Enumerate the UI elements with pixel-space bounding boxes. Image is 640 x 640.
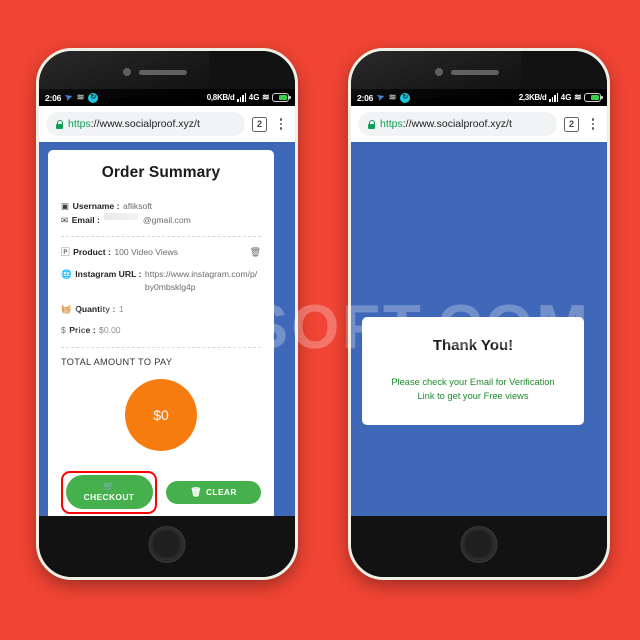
- url-scheme-right: https: [380, 118, 403, 130]
- url-text-right: https://www.socialproof.xyz/t: [380, 118, 512, 130]
- signal-bars-icon: [236, 93, 247, 102]
- earpiece-speaker-right: [451, 70, 499, 75]
- wifi-alt-icon: ≋: [76, 92, 85, 102]
- product-icon: 🄿: [61, 247, 70, 257]
- sync-icon: ↻: [88, 92, 99, 103]
- field-quantity-value: 1: [118, 303, 124, 314]
- status-time: 2:06: [45, 92, 62, 103]
- phone-right: 2:06 ➤ ≋ ↻ 2,3KB/d 4G ≋ https://www.soci…: [348, 48, 610, 580]
- field-email-label: Email :: [71, 214, 100, 225]
- field-username-label: Username :: [72, 201, 120, 211]
- signal-bars-icon-right: [548, 93, 559, 102]
- action-button-row: 🛒 CHECKOUT 🗑 CLEAR: [61, 470, 261, 514]
- url-rest-right: ://www.socialproof.xyz/t: [402, 118, 512, 130]
- field-product: 🄿 Product : 100 Video Views: [61, 246, 250, 260]
- tab-counter-button-right[interactable]: 2: [564, 116, 579, 132]
- status-bar-right-group-right: 2,3KB/d 4G ≋: [518, 92, 603, 103]
- home-button-right[interactable]: [460, 526, 498, 563]
- field-price-value: $0.00: [99, 325, 121, 335]
- lock-icon-right: [367, 119, 376, 129]
- field-product-row: 🄿 Product : 100 Video Views 🗑: [61, 246, 261, 260]
- shopping-cart-icon: 🛒: [103, 481, 115, 491]
- tab-counter-button[interactable]: 2: [252, 116, 267, 132]
- field-email-value: @gmail.com: [142, 214, 191, 225]
- url-scheme: https: [68, 118, 91, 130]
- page-title: Order Summary: [101, 164, 221, 181]
- network-type-label: 4G: [248, 93, 260, 102]
- wifi-alt-icon-right: ≋: [388, 92, 397, 102]
- status-bar-right: 2:06 ➤ ≋ ↻ 2,3KB/d 4G ≋: [351, 89, 607, 106]
- front-camera-icon-right: [435, 68, 443, 76]
- checkout-highlight-box: 🛒 CHECKOUT: [61, 470, 157, 514]
- wifi-icon-right: ≋: [573, 92, 582, 102]
- thank-you-message-line1: Please check your Email for Verification: [391, 377, 555, 387]
- browser-toolbar-right: https://www.socialproof.xyz/t 2: [351, 106, 607, 142]
- status-bar-right-group: 0,8KB/d 4G ≋: [206, 92, 291, 103]
- basket-icon: 🧺: [61, 303, 72, 314]
- address-bar-right[interactable]: https://www.socialproof.xyz/t: [358, 112, 557, 136]
- field-quantity: 🧺 Quantity : 1: [61, 303, 261, 317]
- phone-top-bezel: [39, 51, 295, 89]
- trash-icon[interactable]: 🗑: [250, 246, 261, 260]
- network-type-label-right: 4G: [560, 93, 572, 102]
- url-text: https://www.socialproof.xyz/t: [68, 118, 200, 130]
- field-product-value: 100 Video Views: [114, 247, 179, 257]
- phone-bottom-bezel: [39, 516, 295, 577]
- status-bar-left-group: 2:06 ➤ ≋ ↻: [45, 91, 99, 103]
- thank-you-title: Thank You!: [432, 337, 514, 354]
- field-instagram-url: 🌐 Instagram URL : https://www.instagram.…: [61, 268, 261, 295]
- total-amount-label: TOTAL AMOUNT TO PAY: [61, 356, 173, 367]
- telegram-plane-icon: ➤: [63, 91, 74, 103]
- field-instagram-url-label: Instagram URL :: [75, 268, 142, 279]
- page-viewport-left: Order Summary ▣ Username : afliksoft ✉ E…: [39, 142, 295, 532]
- checkout-button[interactable]: 🛒 CHECKOUT: [65, 475, 153, 509]
- clear-button[interactable]: 🗑 CLEAR: [166, 480, 261, 504]
- battery-icon-right: [584, 93, 603, 102]
- front-camera-icon: [123, 68, 131, 76]
- kebab-menu-icon-right[interactable]: [586, 116, 600, 132]
- telegram-plane-icon-right: ➤: [375, 91, 386, 103]
- instagram-icon: ▣: [61, 201, 70, 211]
- field-username: ▣ Username : afliksoft: [61, 200, 261, 214]
- address-bar-left[interactable]: https://www.socialproof.xyz/t: [46, 112, 245, 136]
- envelope-icon: ✉: [61, 214, 69, 225]
- field-instagram-url-value: https://www.instagram.com/p/by0mbsklg4p: [144, 268, 258, 293]
- wifi-icon: ≋: [261, 92, 270, 102]
- divider-top: [61, 236, 261, 237]
- status-bar-left: 2:06 ➤ ≋ ↻ 0,8KB/d 4G ≋: [39, 89, 295, 106]
- home-button[interactable]: [148, 526, 186, 563]
- phone-bottom-bezel-right: [351, 516, 607, 577]
- checkout-button-label: CHECKOUT: [83, 492, 135, 502]
- status-time-right: 2:06: [357, 92, 374, 103]
- sync-icon-right: ↻: [400, 92, 411, 103]
- field-email: ✉ Email : @gmail.com: [61, 212, 261, 228]
- clear-button-label: CLEAR: [205, 486, 237, 497]
- order-summary-card: Order Summary ▣ Username : afliksoft ✉ E…: [48, 150, 274, 530]
- field-username-value: afliksoft: [122, 201, 153, 211]
- dollar-icon: $: [61, 325, 66, 335]
- phone-top-bezel-right: [351, 51, 607, 89]
- phone-left: 2:06 ➤ ≋ ↻ 0,8KB/d 4G ≋ https://www.soci…: [36, 48, 298, 580]
- data-rate-label-right: 2,3KB/d: [518, 93, 547, 102]
- clear-trash-icon: 🗑: [190, 486, 202, 497]
- field-quantity-label: Quantity :: [75, 303, 116, 314]
- field-product-label: Product :: [73, 247, 111, 257]
- email-redaction-mask: [104, 212, 139, 220]
- thank-you-card: Thank You! Please check your Email for V…: [362, 317, 584, 425]
- lock-icon: [55, 119, 64, 129]
- data-rate-label: 0,8KB/d: [206, 93, 235, 102]
- globe-icon: 🌐: [61, 268, 72, 279]
- field-price: $ Price : $0.00: [61, 324, 261, 338]
- thank-you-message-line2: Link to get your Free views: [417, 391, 529, 401]
- field-price-label: Price :: [69, 325, 96, 335]
- page-viewport-right: Thank You! Please check your Email for V…: [351, 142, 607, 532]
- url-rest: ://www.socialproof.xyz/t: [90, 118, 200, 130]
- browser-toolbar-left: https://www.socialproof.xyz/t 2: [39, 106, 295, 142]
- battery-icon: [272, 93, 291, 102]
- kebab-menu-icon[interactable]: [274, 116, 288, 132]
- status-bar-left-group-right: 2:06 ➤ ≋ ↻: [357, 91, 411, 103]
- total-amount-badge: $0: [125, 378, 197, 451]
- divider-bottom: [61, 346, 261, 348]
- earpiece-speaker: [139, 70, 187, 75]
